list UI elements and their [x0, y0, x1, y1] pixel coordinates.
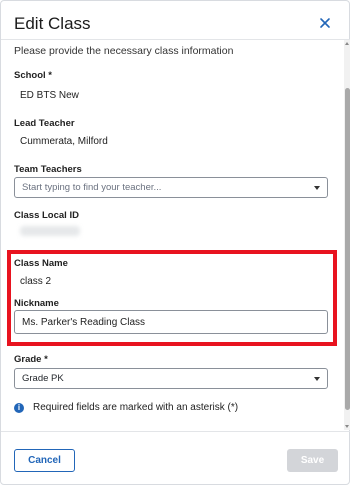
- save-button[interactable]: Save: [287, 449, 338, 472]
- team-teachers-label: Team Teachers: [14, 164, 82, 175]
- team-teachers-select[interactable]: Start typing to find your teacher...: [14, 177, 328, 198]
- nickname-input[interactable]: [15, 311, 327, 333]
- required-fields-text: Required fields are marked with an aster…: [33, 402, 239, 413]
- footer-divider: [1, 431, 350, 432]
- grade-select[interactable]: Grade PK: [14, 368, 328, 389]
- class-name-label: Class Name: [14, 258, 68, 269]
- scroll-up-arrow-icon[interactable]: [345, 42, 349, 45]
- lead-teacher-label: Lead Teacher: [14, 118, 75, 129]
- class-local-id-label: Class Local ID: [14, 210, 79, 221]
- scroll-thumb[interactable]: [345, 88, 350, 410]
- school-label: School *: [14, 70, 53, 81]
- dialog-title: Edit Class: [14, 14, 91, 33]
- close-icon[interactable]: [317, 15, 333, 31]
- dialog-body: Please provide the necessary class infor…: [1, 40, 344, 430]
- scroll-down-arrow-icon[interactable]: [345, 425, 349, 428]
- intro-text: Please provide the necessary class infor…: [14, 45, 234, 57]
- team-teachers-placeholder: Start typing to find your teacher...: [22, 182, 162, 193]
- edit-class-dialog: Edit Class Please provide the necessary …: [0, 0, 350, 485]
- nickname-label: Nickname: [14, 298, 59, 309]
- grade-selected-value: Grade PK: [22, 373, 64, 384]
- chevron-down-icon: [314, 186, 320, 190]
- lead-teacher-value: Cummerata, Milford: [20, 136, 108, 147]
- class-local-id-value-redacted: [20, 226, 80, 236]
- scrollbar[interactable]: [344, 40, 350, 430]
- nickname-field[interactable]: [14, 310, 328, 334]
- cancel-button[interactable]: Cancel: [14, 449, 75, 472]
- info-icon: i: [14, 403, 24, 413]
- chevron-down-icon: [314, 377, 320, 381]
- school-value: ED BTS New: [20, 90, 79, 101]
- class-name-value: class 2: [20, 276, 52, 287]
- grade-label: Grade *: [14, 354, 48, 365]
